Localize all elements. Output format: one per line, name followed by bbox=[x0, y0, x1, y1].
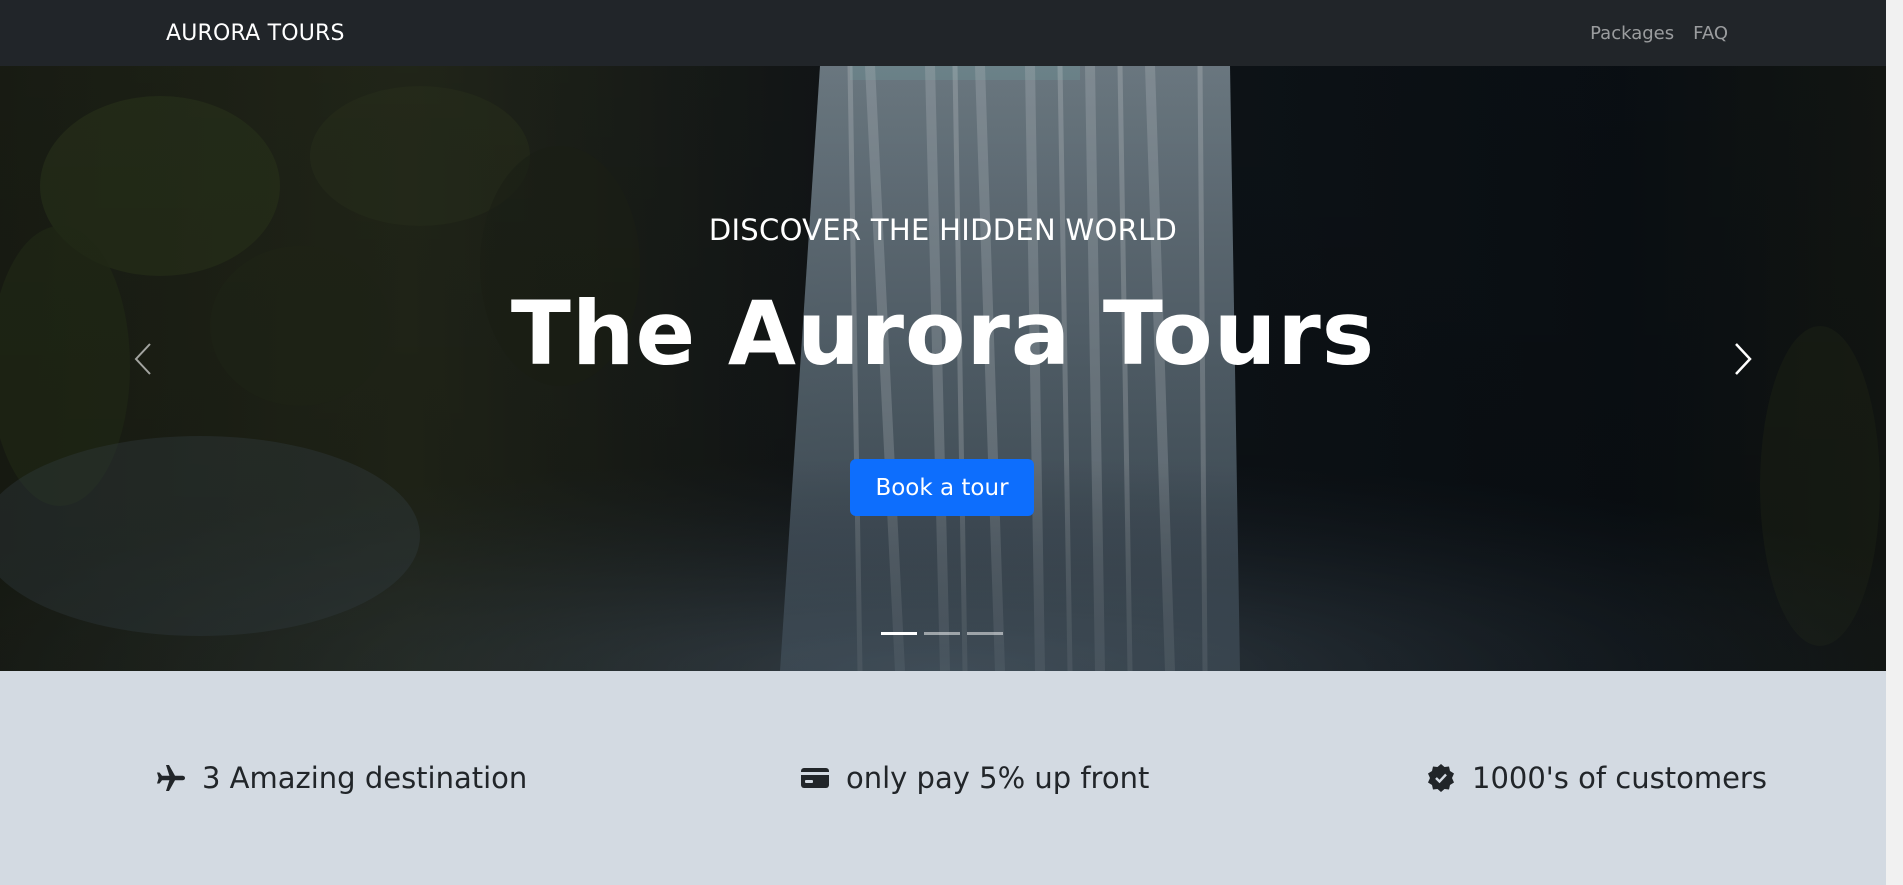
carousel-indicator-2[interactable] bbox=[924, 632, 960, 635]
feature-destinations: 3 Amazing destination bbox=[154, 761, 527, 795]
carousel-indicators bbox=[881, 632, 1003, 635]
nav-link-faq[interactable]: FAQ bbox=[1693, 23, 1728, 44]
feature-payment-label: only pay 5% up front bbox=[846, 761, 1150, 795]
feature-destinations-label: 3 Amazing destination bbox=[202, 761, 528, 795]
hero-caption: DISCOVER THE HIDDEN WORLD The Aurora Tou… bbox=[0, 66, 1886, 671]
chevron-right-icon bbox=[1735, 343, 1752, 375]
book-tour-button[interactable]: Book a tour bbox=[850, 459, 1034, 516]
brand-logo-link[interactable]: AURORA TOURS bbox=[166, 21, 345, 46]
hero-carousel: DISCOVER THE HIDDEN WORLD The Aurora Tou… bbox=[0, 66, 1886, 671]
carousel-indicator-3[interactable] bbox=[967, 632, 1003, 635]
feature-customers-label: 1000's of customers bbox=[1472, 761, 1767, 795]
feature-payment: only pay 5% up front bbox=[798, 761, 1149, 795]
carousel-prev-button[interactable] bbox=[123, 339, 163, 379]
carousel-indicator-1[interactable] bbox=[881, 632, 917, 635]
credit-card-icon bbox=[798, 761, 832, 795]
nav-link-packages[interactable]: Packages bbox=[1590, 23, 1674, 44]
feature-customers: 1000's of customers bbox=[1424, 761, 1767, 795]
carousel-next-button[interactable] bbox=[1723, 339, 1763, 379]
page: AURORA TOURS Packages FAQ DISCOVER THE H… bbox=[0, 0, 1886, 885]
hero-title: The Aurora Tours bbox=[510, 282, 1376, 385]
page-scrollbar[interactable] bbox=[1886, 0, 1903, 885]
hero-subtitle: DISCOVER THE HIDDEN WORLD bbox=[708, 213, 1178, 247]
airplane-icon bbox=[154, 761, 188, 795]
navbar: AURORA TOURS Packages FAQ bbox=[0, 0, 1886, 66]
verified-badge-icon bbox=[1424, 761, 1458, 795]
nav-links: Packages FAQ bbox=[1590, 23, 1728, 44]
chevron-left-icon bbox=[134, 343, 151, 375]
features-section: 3 Amazing destination only pay 5% up fro… bbox=[0, 671, 1886, 885]
